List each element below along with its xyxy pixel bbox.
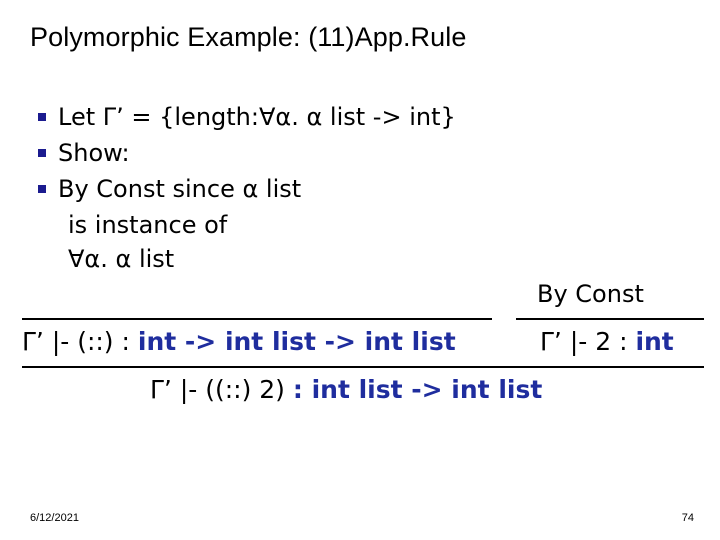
conclusion-right-plain: Γ’ |- 2 : xyxy=(540,327,636,356)
page-title: Polymorphic Example: (11)App.Rule xyxy=(30,22,467,52)
conclusion-left-type: int -> int list -> int list xyxy=(137,327,456,356)
list-item: Let Γ’ = {length:∀α. α list -> int} xyxy=(30,100,690,134)
square-bullet-icon xyxy=(30,136,58,170)
square-bullet-icon xyxy=(30,172,58,206)
conclusion-left: Γ’ |- (::) : int -> int list -> int list xyxy=(22,325,456,359)
list-item: Show: xyxy=(30,136,690,170)
sub-line-instance-of: is instance of xyxy=(68,211,228,239)
derivation-premises: By Const xyxy=(0,278,720,320)
derivation-block: By Const xyxy=(0,278,720,320)
list-item: By Const since α list xyxy=(30,172,690,206)
bullet-text: Let Γ’ = {length:∀α. α list -> int} xyxy=(58,103,456,131)
conclusion-right-type: int xyxy=(635,327,674,356)
final-judgement-plain: Γ’ |- ((::) 2) xyxy=(150,375,293,404)
final-judgement-type: : int list -> int list xyxy=(292,375,543,404)
sub-line-forall-alpha-list: ∀α. α list xyxy=(68,245,175,273)
conclusion-left-plain: Γ’ |- (::) : xyxy=(22,327,138,356)
inference-line-right xyxy=(516,318,704,320)
square-bullet-icon xyxy=(30,100,58,134)
inference-line-bottom xyxy=(22,366,704,368)
slide: Polymorphic Example: (11)App.Rule Let Γ’… xyxy=(0,0,720,540)
bullet-list: Let Γ’ = {length:∀α. α list -> int} Show… xyxy=(30,100,690,276)
bullet-text: By Const since α list xyxy=(58,175,302,203)
bullet-text: Show: xyxy=(58,139,130,167)
premise-right-label: By Const xyxy=(537,280,644,308)
inference-line-left xyxy=(22,318,492,320)
conclusion-right: Γ’ |- 2 : int xyxy=(540,325,674,359)
final-judgement: Γ’ |- ((::) 2) : int list -> int list xyxy=(150,373,542,407)
footer-page-number: 74 xyxy=(681,512,694,524)
footer-date: 6/12/2021 xyxy=(30,512,79,524)
